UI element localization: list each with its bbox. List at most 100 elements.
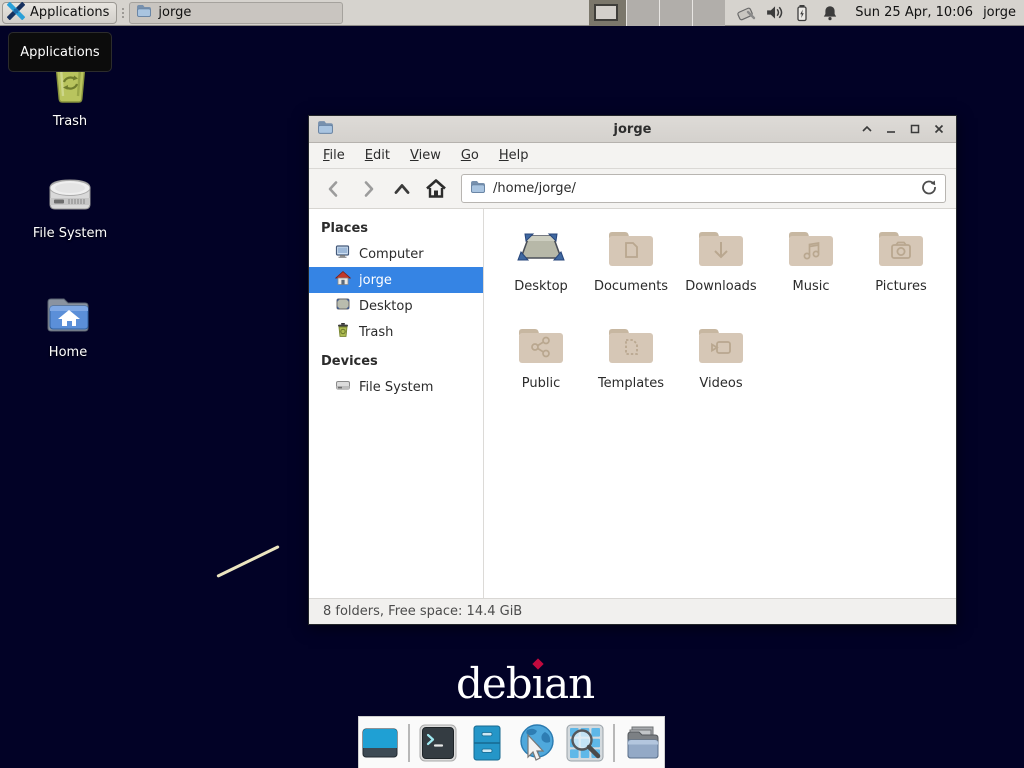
folder-documents-icon — [606, 223, 656, 275]
sidebar-item-filesystem[interactable]: File System — [309, 374, 483, 400]
menu-help[interactable]: Help — [489, 144, 539, 167]
menu-go[interactable]: Go — [451, 144, 489, 167]
home-button[interactable] — [421, 175, 451, 203]
sidebar-item-label: Computer — [359, 247, 424, 262]
file-label: Public — [522, 376, 560, 391]
menubar: File Edit View Go Help — [309, 143, 956, 169]
top-panel: Applications jorge — [0, 0, 1024, 26]
statusbar: 8 folders, Free space: 14.4 GiB — [309, 598, 956, 624]
folder-pictures-icon — [876, 223, 926, 275]
file-videos[interactable]: Videos — [676, 320, 766, 417]
workspace-4[interactable] — [692, 0, 725, 26]
system-tray — [735, 2, 841, 24]
menu-edit[interactable]: Edit — [355, 144, 400, 167]
computer-icon — [335, 244, 351, 264]
workspace-1[interactable] — [589, 0, 626, 26]
file-label: Pictures — [875, 279, 926, 294]
sidebar-header-places: Places — [309, 216, 483, 241]
menu-view[interactable]: View — [400, 144, 451, 167]
applications-menu-button[interactable]: Applications — [2, 2, 117, 24]
clipboard-icon[interactable] — [735, 2, 757, 24]
file-manager-launcher[interactable] — [466, 722, 508, 764]
sidebar-item-trash[interactable]: Trash — [309, 319, 483, 345]
folder-downloads-icon — [696, 223, 746, 275]
sidebar-item-label: Desktop — [359, 299, 413, 314]
application-finder-launcher[interactable] — [564, 722, 606, 764]
desktop-icon-label: Trash — [53, 114, 87, 129]
shade-button[interactable] — [858, 120, 876, 138]
folder-public-icon — [516, 320, 566, 372]
file-documents[interactable]: Documents — [586, 223, 676, 320]
window-folder-icon — [317, 120, 334, 139]
file-manager-window: jorge File Edit View Go Help — [308, 115, 957, 625]
file-label: Desktop — [514, 279, 568, 294]
file-templates[interactable]: Templates — [586, 320, 676, 417]
applications-menu-label: Applications — [30, 5, 109, 20]
volume-icon[interactable] — [763, 2, 785, 24]
dock-panel — [358, 716, 665, 768]
path-bar[interactable]: /home/jorge/ — [461, 174, 946, 203]
terminal-launcher[interactable] — [417, 722, 459, 764]
sidebar-item-computer[interactable]: Computer — [309, 241, 483, 267]
maximize-button[interactable] — [906, 120, 924, 138]
file-music[interactable]: Music — [766, 223, 856, 320]
statusbar-text: 8 folders, Free space: 14.4 GiB — [323, 604, 522, 619]
sidebar-item-label: File System — [359, 380, 433, 395]
file-downloads[interactable]: Downloads — [676, 223, 766, 320]
web-browser-launcher[interactable] — [515, 722, 557, 764]
directory-menu-launcher[interactable] — [622, 722, 664, 764]
sidebar-item-label: Trash — [359, 325, 393, 340]
minimize-button[interactable] — [882, 120, 900, 138]
close-button[interactable] — [930, 120, 948, 138]
wordmark-pre: deb — [456, 659, 532, 708]
harddrive-icon — [45, 172, 95, 220]
dock-separator — [613, 724, 615, 762]
show-desktop-button[interactable] — [359, 722, 401, 764]
workspace-window-thumb — [594, 4, 618, 21]
folder-icon — [136, 4, 152, 22]
file-label: Downloads — [685, 279, 756, 294]
wordmark-post: an — [544, 659, 594, 708]
panel-clock[interactable]: Sun 25 Apr, 10:06 — [855, 5, 973, 20]
menu-file[interactable]: File — [313, 144, 355, 167]
file-label: Videos — [699, 376, 742, 391]
file-label: Templates — [598, 376, 664, 391]
sidebar: Places Computer — [309, 209, 484, 598]
desktop-icon — [335, 296, 351, 316]
sidebar-item-jorge[interactable]: jorge — [309, 267, 483, 293]
folder-videos-icon — [696, 320, 746, 372]
file-view[interactable]: Desktop Documents — [484, 209, 956, 598]
home-folder-icon — [43, 293, 93, 339]
path-text[interactable]: /home/jorge/ — [493, 181, 914, 196]
desktop-icon-filesystem[interactable]: File System — [22, 172, 118, 241]
file-label: Documents — [594, 279, 668, 294]
battery-icon[interactable] — [791, 2, 813, 24]
sidebar-header-devices: Devices — [309, 349, 483, 374]
panel-grip-handle[interactable] — [119, 4, 127, 22]
folder-templates-icon — [606, 320, 656, 372]
sidebar-item-desktop[interactable]: Desktop — [309, 293, 483, 319]
up-button[interactable] — [387, 175, 417, 203]
workspace-switcher — [589, 0, 725, 26]
wallpaper-swirl-line — [216, 545, 279, 578]
dock-separator — [408, 724, 410, 762]
desktop-icon-home[interactable]: Home — [20, 293, 116, 360]
file-desktop[interactable]: Desktop — [496, 223, 586, 320]
xfce-pinwheel-icon — [7, 2, 25, 24]
titlebar[interactable]: jorge — [309, 116, 956, 143]
file-public[interactable]: Public — [496, 320, 586, 417]
wordmark-i: ı — [532, 659, 544, 708]
back-button[interactable] — [319, 175, 349, 203]
workspace-2[interactable] — [626, 0, 659, 26]
file-pictures[interactable]: Pictures — [856, 223, 946, 320]
file-label: Music — [793, 279, 830, 294]
taskbar-window-button[interactable]: jorge — [129, 2, 343, 24]
notifications-icon[interactable] — [819, 2, 841, 24]
forward-button[interactable] — [353, 175, 383, 203]
workspace-3[interactable] — [659, 0, 692, 26]
harddrive-icon — [335, 377, 351, 397]
reload-icon[interactable] — [921, 179, 937, 199]
debian-wordmark: debıan — [456, 659, 594, 708]
desktop-icon-label: Home — [49, 345, 87, 360]
trash-icon — [335, 322, 351, 342]
